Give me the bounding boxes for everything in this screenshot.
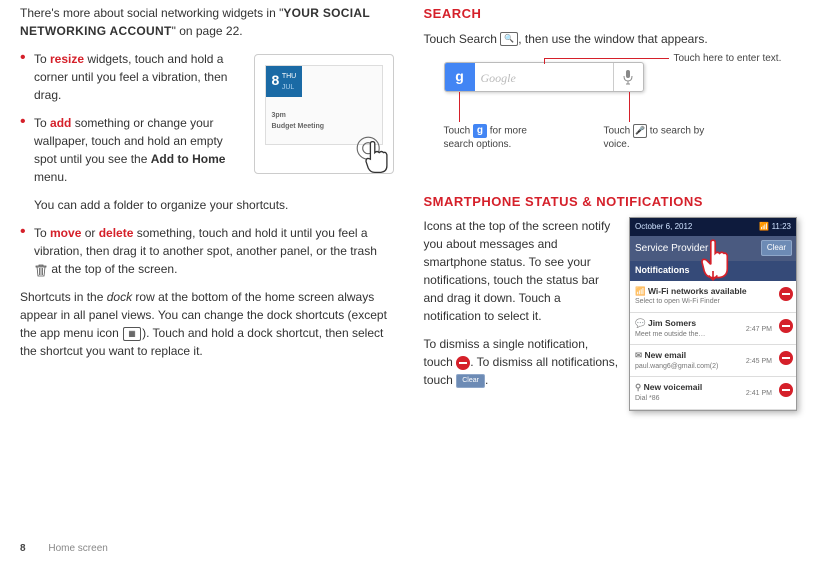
trash-icon (34, 263, 48, 277)
folder-note: You can add a folder to organize your sh… (34, 196, 394, 214)
bullet-move-delete: To move or delete something, touch and h… (20, 224, 394, 278)
search-bar-diagram: g Google Touch g for more search options… (444, 62, 798, 182)
add-to-home-menu: Add to Home (151, 152, 226, 166)
dismiss-icon[interactable] (779, 287, 793, 301)
search-input[interactable]: Google (475, 63, 613, 91)
text: " on page 22. (172, 24, 243, 38)
app-menu-icon: ▦ (123, 327, 141, 341)
dock-paragraph: Shortcuts in the dock row at the bottom … (20, 288, 394, 360)
clear-button[interactable]: Clear (761, 240, 792, 256)
search-key-icon: 🔍 (500, 32, 518, 46)
bullet-resize: To resize widgets, touch and hold a corn… (20, 50, 394, 104)
status-bar: October 6, 2012 📶 11:23 (630, 218, 796, 236)
search-paragraph: Touch Search 🔍, then use the window that… (424, 30, 798, 48)
dock-term: dock (107, 290, 132, 304)
status-time: 📶 11:23 (759, 221, 791, 233)
right-column: Search Touch Search 🔍, then use the wind… (424, 0, 798, 411)
page-number: 8 (20, 543, 26, 554)
notification-panel: October 6, 2012 📶 11:23 Service Provider… (629, 217, 797, 411)
callout-google-options: Touch g for more search options. (444, 124, 554, 151)
callout-enter-text: Touch here to enter text. (674, 52, 804, 65)
keyword-add: add (50, 116, 71, 130)
drag-hand-icon (691, 238, 735, 282)
g-icon-small: g (473, 124, 487, 138)
dismiss-icon[interactable] (779, 351, 793, 365)
notification-item[interactable]: 📶 Wi-Fi networks available Select to ope… (630, 281, 796, 313)
callout-voice: Touch 🎤 to search by voice. (604, 124, 724, 151)
clear-button-inline: Clear (456, 374, 485, 389)
bullet-add: To add something or change your wallpape… (20, 114, 394, 214)
status-date: October 6, 2012 (635, 221, 692, 233)
mic-icon-small: 🎤 (633, 124, 647, 138)
left-column: There's more about social networking wid… (20, 0, 394, 411)
status-paragraph-1: Icons at the top of the screen notify yo… (424, 217, 628, 325)
search-heading: Search (424, 4, 798, 24)
notification-item[interactable]: ⚲ New voicemail Dial *86 2:41 PM (630, 377, 796, 409)
dismiss-single-icon (456, 356, 470, 370)
dismiss-icon[interactable] (779, 319, 793, 333)
text: There's more about social networking wid… (20, 6, 283, 20)
intro-paragraph: There's more about social networking wid… (20, 4, 394, 40)
page-section-name: Home screen (48, 543, 107, 554)
bullet-list: To resize widgets, touch and hold a corn… (20, 50, 394, 278)
keyword-resize: resize (50, 52, 84, 66)
notification-item[interactable]: 💬 Jim Somers Meet me outside the… 2:47 P… (630, 313, 796, 345)
notification-item[interactable]: ✉ New email paul.wang6@gmail.com(2) 2:45… (630, 345, 796, 377)
status-heading: Smartphone status & notifications (424, 192, 798, 212)
search-bar: g Google (444, 62, 644, 92)
mic-icon[interactable] (613, 63, 643, 91)
keyword-move: move (50, 226, 81, 240)
page-footer: 8 Home screen (20, 543, 108, 554)
google-g-icon[interactable]: g (445, 63, 475, 91)
status-paragraph-2: To dismiss a single notification, touch … (424, 335, 628, 389)
keyword-delete: delete (99, 226, 134, 240)
